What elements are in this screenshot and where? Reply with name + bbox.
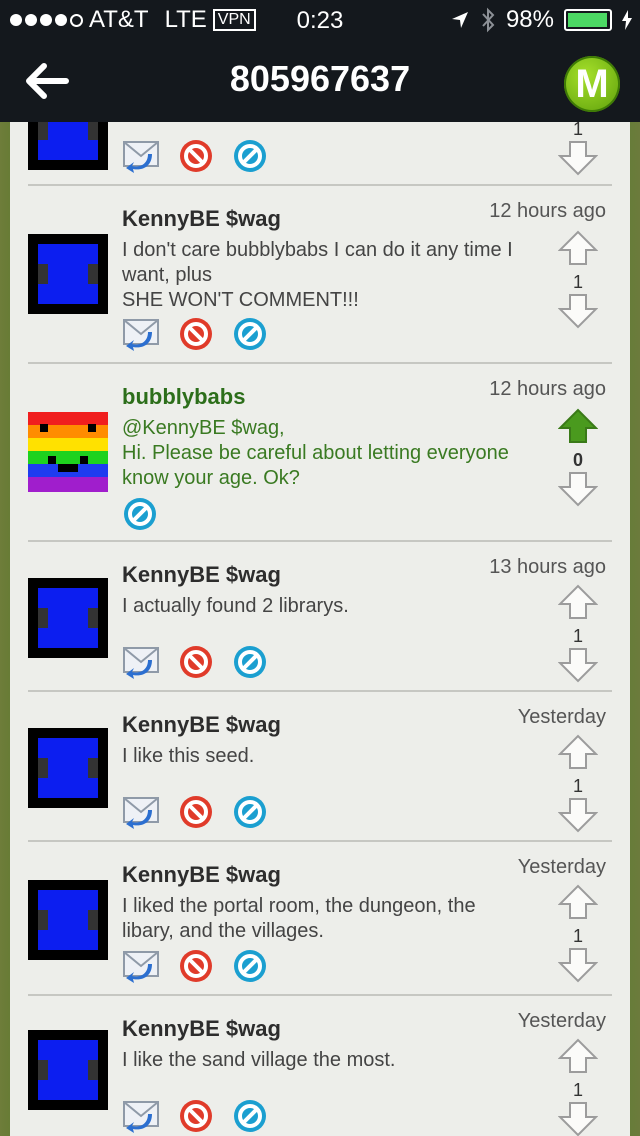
comment-author[interactable]: KennyBE $wag xyxy=(122,712,281,738)
status-right: 98% xyxy=(450,6,632,34)
downvote-arrow-icon[interactable] xyxy=(557,140,599,176)
block-icon[interactable] xyxy=(232,948,268,984)
report-icon[interactable] xyxy=(178,138,214,174)
comment-time: Yesterday xyxy=(517,706,606,728)
downvote-arrow-icon[interactable] xyxy=(557,293,599,329)
upvote-arrow-active-icon[interactable] xyxy=(557,408,599,444)
comment-item: KennyBE $wag 13 hours ago I actually fou… xyxy=(28,542,612,692)
comment-item: 1 xyxy=(28,122,612,186)
upvote-arrow-icon[interactable] xyxy=(557,230,599,266)
comment-actions xyxy=(122,794,268,830)
comment-actions xyxy=(122,948,268,984)
reply-icon[interactable] xyxy=(122,316,160,352)
avatar xyxy=(28,122,108,170)
reply-icon[interactable] xyxy=(122,1098,160,1134)
comment-text: I actually found 2 librarys. xyxy=(122,595,349,617)
comment-author[interactable]: KennyBE $wag xyxy=(122,562,281,588)
vote-control: 1 xyxy=(557,734,599,838)
block-icon[interactable] xyxy=(122,496,158,532)
vote-count: 1 xyxy=(572,626,583,646)
block-icon[interactable] xyxy=(232,138,268,174)
comment-author[interactable]: bubblybabs xyxy=(122,384,245,410)
comment-time: Yesterday xyxy=(517,856,606,878)
avatar xyxy=(28,412,108,492)
downvote-arrow-icon[interactable] xyxy=(557,947,599,983)
comment-text: I like the sand village the most. xyxy=(122,1049,396,1071)
vote-count: 1 xyxy=(572,272,583,292)
block-icon[interactable] xyxy=(232,644,268,680)
vote-count: 1 xyxy=(572,1080,583,1100)
comment-time: 13 hours ago xyxy=(489,556,606,578)
vote-control: 1 xyxy=(557,230,599,334)
downvote-arrow-icon[interactable] xyxy=(557,647,599,683)
vote-control: 1 xyxy=(557,884,599,988)
comment-actions xyxy=(122,1098,268,1134)
comment-time: 12 hours ago xyxy=(489,378,606,400)
vote-control: 0 xyxy=(557,408,599,512)
comment-item: KennyBE $wag Yesterday I like this seed.… xyxy=(28,692,612,842)
vote-control: 1 xyxy=(557,1038,599,1136)
avatar xyxy=(28,728,108,808)
avatar xyxy=(28,578,108,658)
comment-text: I liked the portal room, the dungeon, th… xyxy=(122,895,476,942)
bluetooth-icon xyxy=(482,7,495,33)
avatar xyxy=(28,1030,108,1110)
reply-icon[interactable] xyxy=(122,948,160,984)
page-title: 805967637 xyxy=(229,58,411,99)
report-icon[interactable] xyxy=(178,1098,214,1134)
comment-author[interactable]: KennyBE $wag xyxy=(122,862,281,888)
comment-text: I don't care bubblybabs I can do it any … xyxy=(122,239,513,311)
downvote-arrow-icon[interactable] xyxy=(557,1101,599,1136)
comment-actions xyxy=(122,644,268,680)
comment-item: KennyBE $wag Yesterday I liked the porta… xyxy=(28,842,612,996)
comment-text: @KennyBE $wag, Hi. Please be careful abo… xyxy=(122,417,509,489)
report-icon[interactable] xyxy=(178,794,214,830)
comment-item: bubblybabs 12 hours ago @KennyBE $wag, H… xyxy=(28,364,612,542)
comment-item: KennyBE $wag Yesterday I like the sand v… xyxy=(28,996,612,1136)
report-icon[interactable] xyxy=(178,644,214,680)
vote-control: 1 xyxy=(557,122,599,181)
upvote-arrow-icon[interactable] xyxy=(557,584,599,620)
block-icon[interactable] xyxy=(232,316,268,352)
report-icon[interactable] xyxy=(178,316,214,352)
battery-icon xyxy=(564,9,612,31)
block-icon[interactable] xyxy=(232,794,268,830)
comment-text: I like this seed. xyxy=(122,745,255,767)
comment-author[interactable]: KennyBE $wag xyxy=(122,206,281,232)
upvote-arrow-icon[interactable] xyxy=(557,1038,599,1074)
reply-icon[interactable] xyxy=(122,138,160,174)
status-bar: AT&T LTE VPN 0:23 98% xyxy=(0,0,640,40)
comment-time: 12 hours ago xyxy=(489,200,606,222)
charging-icon xyxy=(622,10,632,30)
location-icon xyxy=(451,12,468,28)
upvote-arrow-icon[interactable] xyxy=(557,734,599,770)
comment-actions xyxy=(122,316,268,352)
nav-bar: 805967637 M xyxy=(0,40,640,122)
comment-time: Yesterday xyxy=(517,1010,606,1032)
comments-panel[interactable]: 1 KennyBE $wag 12 hours ago I don't care… xyxy=(10,122,630,1136)
comment-actions xyxy=(122,138,268,174)
block-icon[interactable] xyxy=(232,1098,268,1134)
vote-count: 0 xyxy=(572,450,583,470)
reply-icon[interactable] xyxy=(122,794,160,830)
vote-count: 1 xyxy=(572,776,583,796)
avatar xyxy=(28,880,108,960)
downvote-arrow-icon[interactable] xyxy=(557,471,599,507)
reply-icon[interactable] xyxy=(122,644,160,680)
report-icon[interactable] xyxy=(178,948,214,984)
downvote-arrow-icon[interactable] xyxy=(557,797,599,833)
upvote-arrow-icon[interactable] xyxy=(557,884,599,920)
comment-item: KennyBE $wag 12 hours ago I don't care b… xyxy=(28,186,612,364)
vote-count: 1 xyxy=(572,926,583,946)
avatar xyxy=(28,234,108,314)
vote-count: 1 xyxy=(572,122,583,139)
comment-author[interactable]: KennyBE $wag xyxy=(122,1016,281,1042)
battery-percent: 98% xyxy=(505,6,554,33)
vote-control: 1 xyxy=(557,584,599,688)
comment-actions xyxy=(122,496,158,532)
app-logo[interactable]: M xyxy=(564,56,620,112)
